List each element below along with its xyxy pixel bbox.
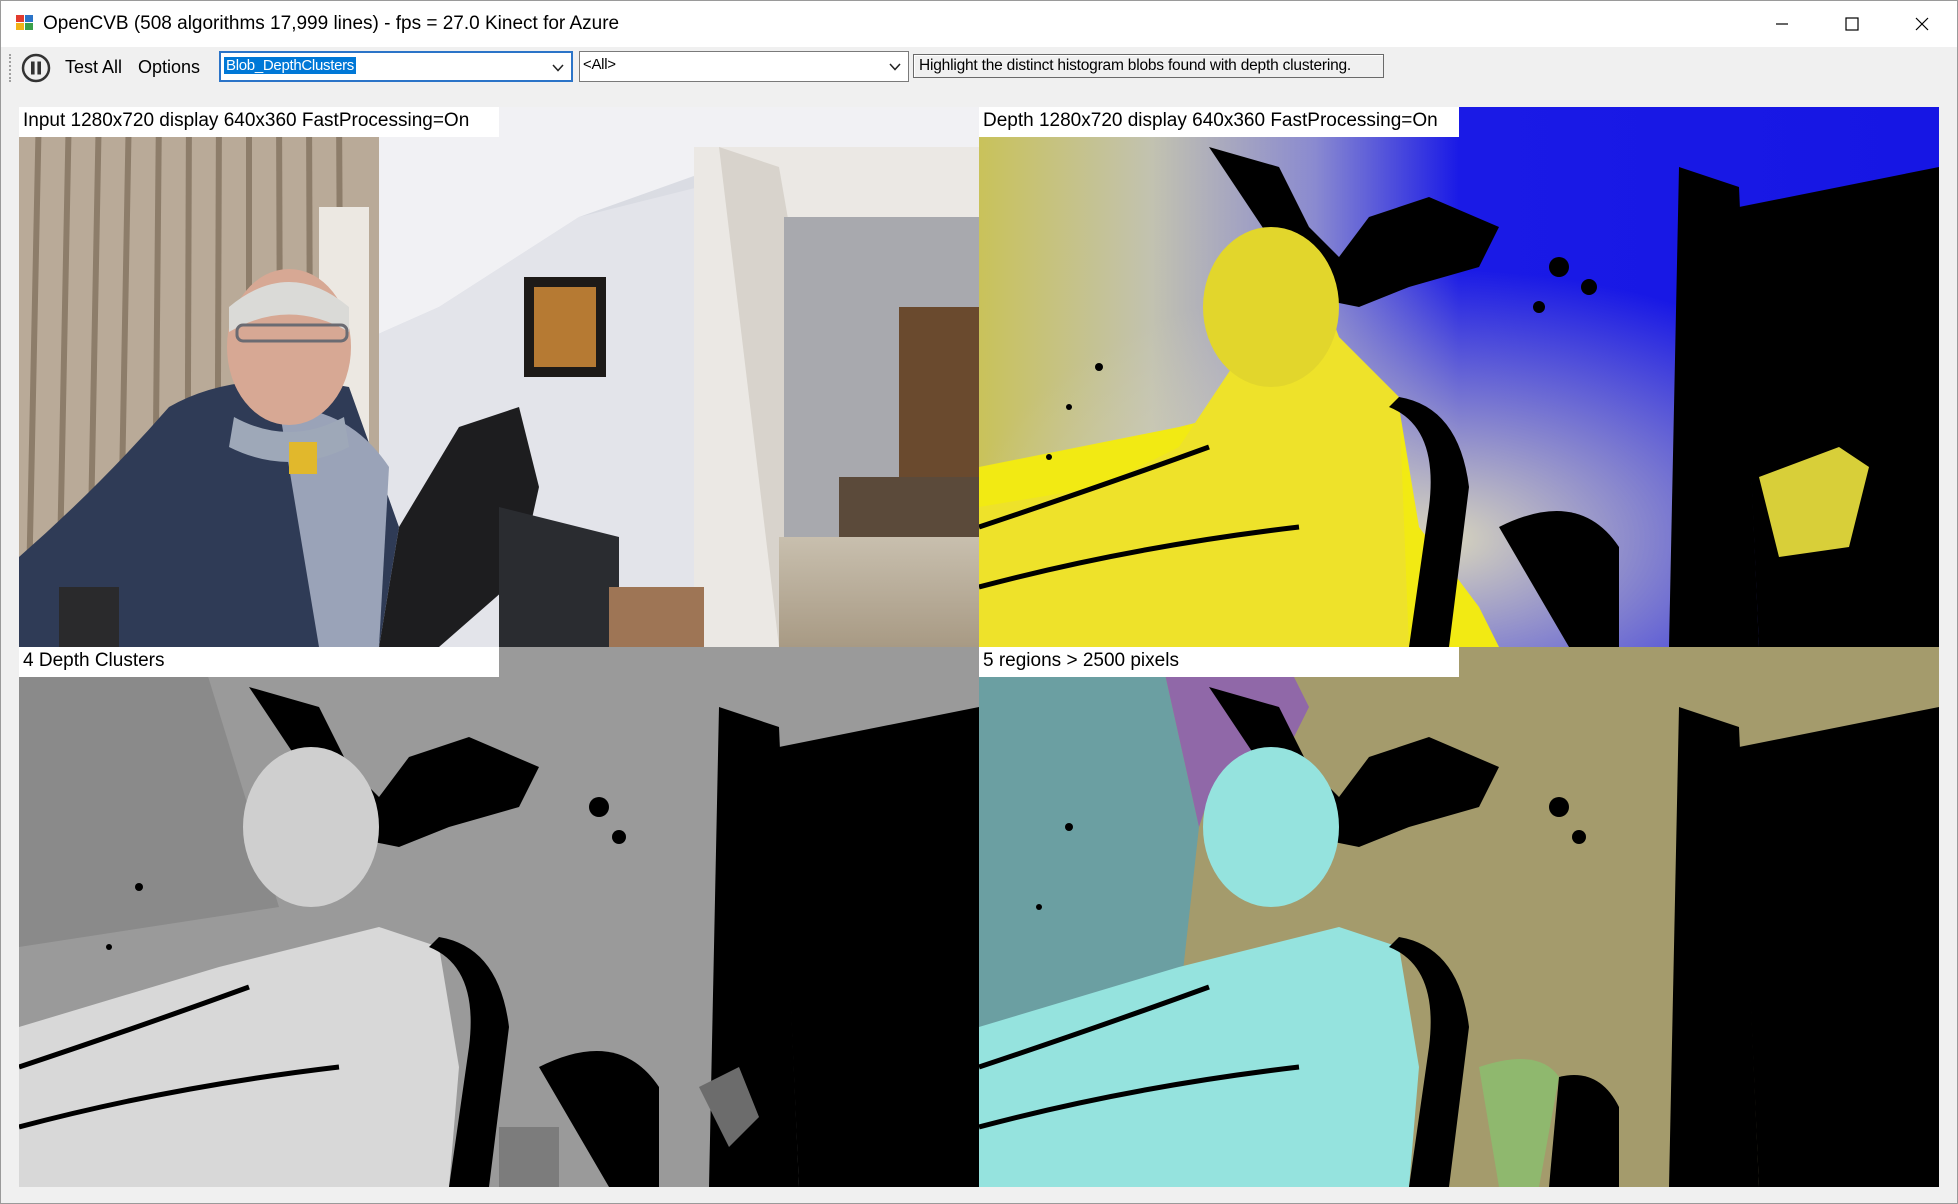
regions-panel-label: 5 regions > 2500 pixels [979, 647, 1459, 677]
minimize-button[interactable] [1747, 1, 1817, 47]
clusters-panel-label: 4 Depth Clusters [19, 647, 499, 677]
group-select[interactable]: <All> [579, 51, 909, 82]
algorithm-select-value: Blob_DepthClusters [224, 57, 357, 74]
maximize-button[interactable] [1817, 1, 1887, 47]
maximize-icon [1845, 17, 1859, 31]
chevron-down-icon[interactable] [551, 61, 565, 75]
regions-panel[interactable]: 5 regions > 2500 pixels [979, 647, 1939, 1187]
title-bar[interactable]: OpenCVB (508 algorithms 17,999 lines) - … [1, 1, 1957, 47]
pause-button[interactable] [19, 52, 53, 84]
options-button[interactable]: Options [138, 57, 200, 78]
pause-icon [21, 53, 51, 83]
depth-image-panel[interactable]: Depth 1280x720 display 640x360 FastProce… [979, 107, 1939, 647]
group-select-value: <All> [583, 56, 616, 73]
depth-clusters-panel[interactable]: 4 Depth Clusters [19, 647, 979, 1187]
toolbar-grip[interactable] [9, 54, 12, 82]
input-camera-image [19, 107, 979, 647]
algorithm-description-text: Highlight the distinct histogram blobs f… [919, 57, 1352, 74]
app-window: OpenCVB (508 algorithms 17,999 lines) - … [0, 0, 1958, 1204]
opencvb-app-icon [16, 15, 33, 30]
toolbar: Test All Options Blob_DepthClusters <All… [1, 47, 1957, 89]
depth-image [979, 107, 1939, 647]
depth-clusters-image [19, 647, 979, 1187]
regions-image [979, 647, 1939, 1187]
input-image-panel[interactable]: Input 1280x720 display 640x360 FastProce… [19, 107, 979, 647]
depth-panel-label: Depth 1280x720 display 640x360 FastProce… [979, 107, 1459, 137]
window-title: OpenCVB (508 algorithms 17,999 lines) - … [43, 13, 620, 34]
algorithm-description: Highlight the distinct histogram blobs f… [913, 54, 1384, 78]
close-button[interactable] [1887, 1, 1957, 47]
minimize-icon [1776, 23, 1788, 25]
chevron-down-icon[interactable] [888, 60, 902, 74]
close-icon [1915, 17, 1929, 31]
input-panel-label: Input 1280x720 display 640x360 FastProce… [19, 107, 499, 137]
test-all-button[interactable]: Test All [65, 57, 122, 78]
algorithm-select[interactable]: Blob_DepthClusters [219, 51, 573, 82]
